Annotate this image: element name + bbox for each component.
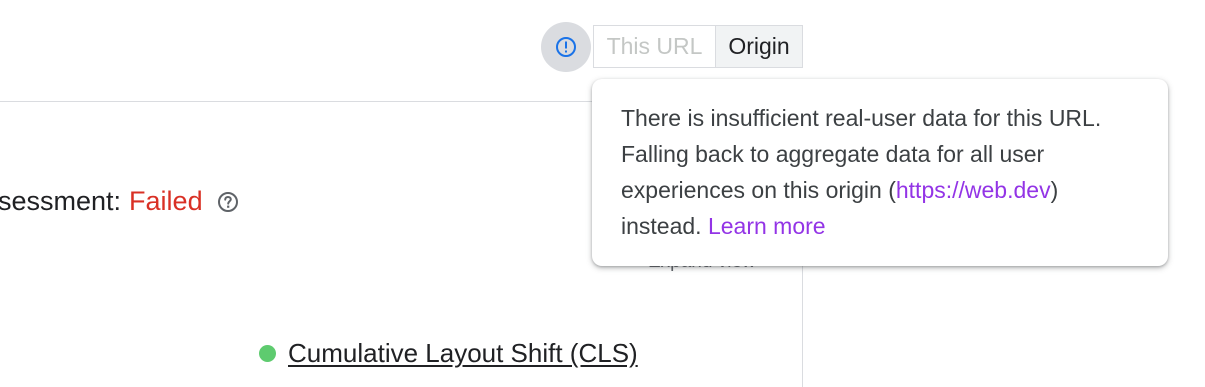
assessment-label: sessment: [0,186,122,216]
help-circle-icon[interactable] [217,191,239,213]
learn-more-link[interactable]: Learn more [708,213,826,239]
assessment-status: Failed [129,186,203,216]
metric-item-cls[interactable]: Cumulative Layout Shift (CLS) [259,338,638,369]
metric-name[interactable]: Cumulative Layout Shift (CLS) [288,338,638,369]
this-url-toggle[interactable]: This URL [593,25,715,68]
this-url-toggle-label: This URL [606,33,703,59]
info-exclamation-icon [555,36,577,58]
insufficient-data-tooltip: There is insufficient real-user data for… [592,79,1168,266]
core-web-vitals-assessment: sessment: Failed [0,186,239,217]
data-source-info-button[interactable] [541,22,591,72]
metric-status-dot [259,345,276,362]
origin-link[interactable]: https://web.dev [896,177,1051,203]
origin-toggle[interactable]: Origin [715,25,803,68]
origin-toggle-label: Origin [728,33,790,59]
